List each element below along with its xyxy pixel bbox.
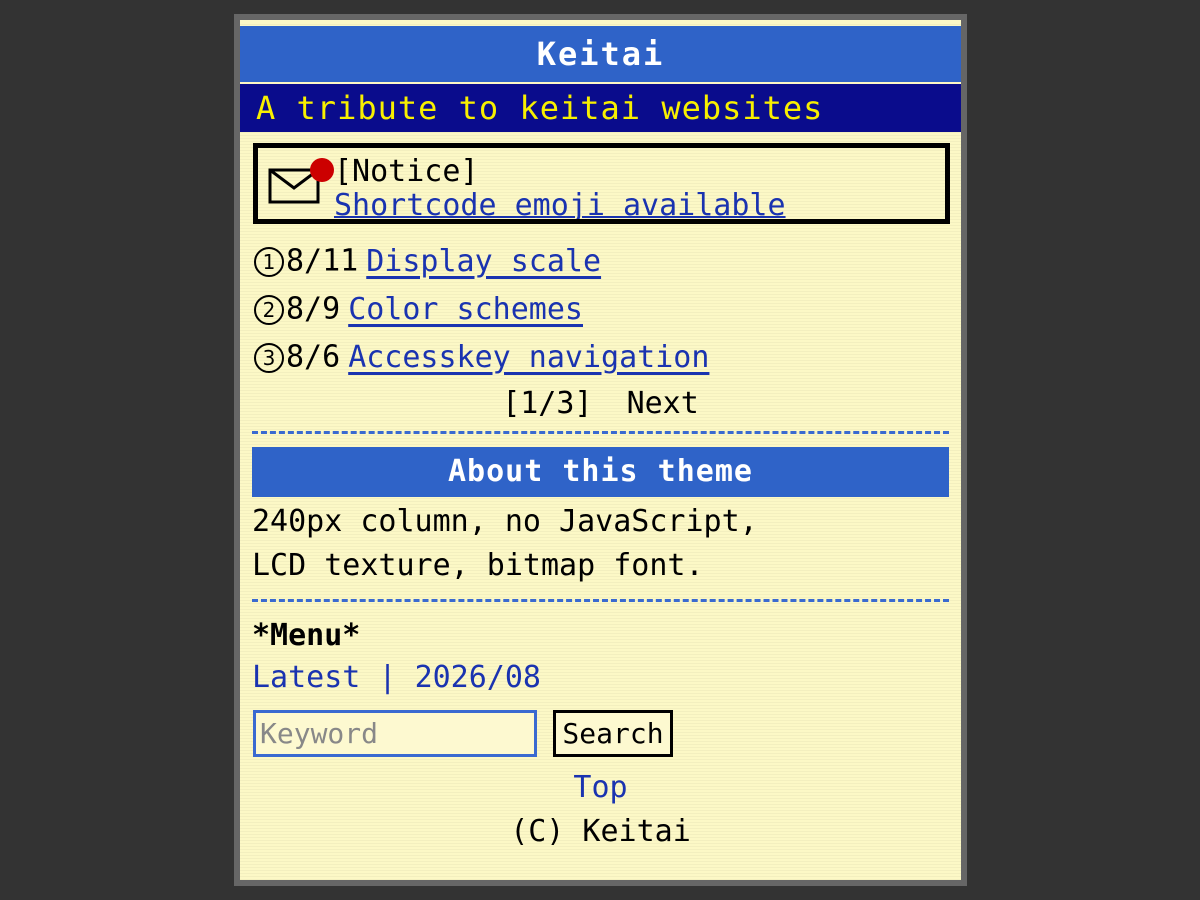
screen: Keitai A tribute to keitai websites [Not… [240, 20, 961, 880]
menu-links: Latest | 2026/08 [252, 656, 541, 700]
site-title: Keitai [240, 26, 961, 82]
top-link: Top [240, 768, 961, 808]
search-button[interactable]: Search [553, 710, 673, 757]
about-text: 240px column, no JavaScript, LCD texture… [252, 500, 952, 588]
number-1-icon: 1 [254, 246, 284, 277]
news-date: 8/6 [286, 339, 341, 375]
news-item: 2 8/9 Color schemes [254, 288, 583, 330]
news-date: 8/11 [286, 243, 359, 279]
top-link-text[interactable]: Top [573, 770, 627, 805]
news-item: 3 8/6 Accesskey navigation [254, 336, 709, 378]
pager-current: [1/3] [502, 386, 593, 421]
device-frame: Keitai A tribute to keitai websites [Not… [234, 14, 967, 886]
copyright: (C) Keitai [510, 814, 691, 849]
number-3-icon: 3 [254, 342, 284, 373]
notification-dot-icon [310, 158, 334, 182]
news-link-color-schemes[interactable]: Color schemes [348, 292, 583, 327]
search-input[interactable] [253, 710, 537, 757]
site-tagline: A tribute to keitai websites [240, 84, 961, 132]
news-date: 8/9 [286, 291, 341, 327]
pager: [1/3] Next [240, 382, 961, 426]
menu-latest-link[interactable]: Latest [252, 660, 360, 695]
about-heading: About this theme [252, 447, 949, 497]
number-2-icon: 2 [254, 294, 284, 325]
pager-next-link[interactable]: Next [627, 386, 699, 421]
about-line-2: LCD texture, bitmap font. [252, 548, 704, 583]
menu-separator: | [378, 660, 397, 695]
about-line-1: 240px column, no JavaScript, [252, 504, 758, 539]
menu-title: *Menu* [252, 618, 361, 653]
divider [252, 599, 949, 602]
notice-label: [Notice] [334, 154, 479, 189]
notice-link[interactable]: Shortcode emoji available [334, 188, 786, 219]
divider [252, 431, 949, 434]
news-link-display-scale[interactable]: Display scale [366, 244, 601, 279]
notice-box: [Notice] Shortcode emoji available [253, 143, 950, 224]
news-link-accesskey-navigation[interactable]: Accesskey navigation [348, 340, 709, 375]
mail-icon [268, 158, 334, 204]
menu-archive-link[interactable]: 2026/08 [415, 660, 541, 695]
news-item: 1 8/11 Display scale [254, 240, 601, 282]
top-line [240, 20, 961, 24]
